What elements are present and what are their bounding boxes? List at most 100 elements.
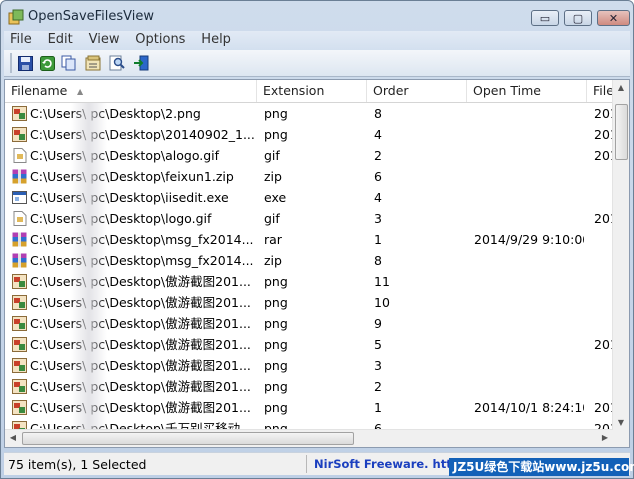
refresh-button[interactable] (38, 54, 56, 72)
cell-order: 11 (374, 274, 390, 289)
scroll-up-icon[interactable]: ▲ (613, 80, 629, 96)
cell-extension: png (264, 295, 288, 310)
save-button[interactable] (16, 54, 34, 72)
column-file-modified[interactable]: File (587, 80, 615, 102)
cell-file-modified (594, 355, 614, 376)
menu-options[interactable]: Options (129, 31, 191, 49)
watermark-banner: JZ5U绿色下载站www.jz5u.com (449, 458, 634, 476)
table-row[interactable]: C:\Users\ pc\Desktop\alogo.gif gif 2 201 (5, 145, 614, 166)
redaction-mark (71, 124, 107, 145)
png-file-icon (12, 274, 27, 289)
table-row[interactable]: C:\Users\ pc\Desktop\傲游截图201... png 3 (5, 355, 613, 376)
sort-ascending-icon: ▲ (77, 87, 84, 96)
cell-filename: C:\Users\ pc\Desktop\傲游截图201... (30, 316, 251, 331)
file-list[interactable]: Filename ▲ Extension Order Open Time Fil… (4, 79, 630, 448)
cell-open-time: 2014/10/1 8:24:10 (474, 400, 584, 415)
menu-file[interactable]: File (4, 31, 38, 49)
cell-extension: png (264, 316, 288, 331)
cell-filename: C:\Users\ pc\Desktop\傲游截图201... (30, 400, 251, 415)
zip-file-icon (12, 232, 27, 247)
table-row[interactable]: C:\Users\ pc\Desktop\msg_fx2014... rar 1 20… (5, 229, 613, 250)
redaction-mark (71, 250, 107, 271)
list-header: Filename ▲ Extension Order Open Time Fil… (5, 80, 615, 103)
table-row[interactable]: C:\Users\ pc\Desktop\feixun1.zip zip 6 (5, 166, 613, 187)
redaction-mark (71, 271, 107, 292)
cell-file-modified (594, 166, 614, 187)
cell-filename: C:\Users\ pc\Desktop\msg_fx2014... (30, 253, 254, 268)
redaction-mark (71, 166, 107, 187)
cell-extension: gif (264, 148, 280, 163)
vertical-scrollbar[interactable]: ▲ ▼ (612, 80, 629, 431)
png-file-icon (12, 127, 27, 142)
table-row[interactable]: C:\Users\ pc\Desktop\傲游截图201... png 1 2014/… (5, 397, 614, 418)
png-file-icon (12, 337, 27, 352)
scroll-right-icon[interactable]: ▶ (597, 430, 613, 446)
cell-order: 9 (374, 316, 382, 331)
copy-button[interactable] (60, 54, 78, 72)
horizontal-scroll-thumb[interactable] (22, 432, 354, 445)
maximize-button[interactable]: ▢ (564, 10, 592, 26)
cell-extension: png (264, 379, 288, 394)
table-row[interactable]: C:\Users\ pc\Desktop\20140902_1... png 4 20… (5, 124, 614, 145)
copy-icon (61, 55, 76, 71)
cell-order: 8 (374, 253, 382, 268)
redaction-mark (71, 145, 107, 166)
cell-extension: rar (264, 232, 282, 247)
cell-extension: png (264, 106, 288, 121)
exit-button[interactable] (132, 54, 150, 72)
column-extension[interactable]: Extension (257, 80, 367, 102)
menu-edit[interactable]: Edit (42, 31, 79, 49)
column-open-time[interactable]: Open Time (467, 80, 587, 102)
vertical-scroll-thumb[interactable] (615, 104, 628, 160)
redaction-mark (71, 229, 107, 250)
cell-open-time (474, 376, 584, 397)
cell-file-modified (594, 292, 614, 313)
cell-open-time (474, 250, 584, 271)
cell-open-time (474, 166, 584, 187)
title-bar[interactable]: OpenSaveFilesView ▭ ▢ ✕ (1, 1, 633, 31)
table-row[interactable]: C:\Users\ pc\Desktop\logo.gif gif 3 201 (5, 208, 614, 229)
column-filename[interactable]: Filename ▲ (5, 80, 257, 102)
cell-file-modified: 201 (594, 106, 614, 121)
redaction-mark (71, 208, 107, 229)
window-title: OpenSaveFilesView (28, 9, 155, 24)
png-file-icon (12, 295, 27, 310)
cell-order: 1 (374, 400, 382, 415)
find-button[interactable] (108, 54, 126, 72)
column-order[interactable]: Order (367, 80, 467, 102)
cell-open-time (474, 271, 584, 292)
table-row[interactable]: C:\Users\ pc\Desktop\iisedit.exe exe 4 (5, 187, 613, 208)
save-icon (17, 55, 33, 71)
status-divider (306, 455, 307, 473)
gif-file-icon (12, 148, 27, 163)
minimize-button[interactable]: ▭ (531, 10, 559, 26)
cell-filename: C:\Users\ pc\Desktop\傲游截图201... (30, 379, 251, 394)
toolbar (4, 50, 630, 77)
table-row[interactable]: C:\Users\ pc\Desktop\傲游截图201... png 9 (5, 313, 613, 334)
exit-icon (134, 55, 149, 71)
table-row[interactable]: C:\Users\ pc\Desktop\2.png png 8 201 (5, 103, 614, 124)
table-row[interactable]: C:\Users\ pc\Desktop\msg_fx2014... zip 8 (5, 250, 613, 271)
scroll-corner (613, 430, 629, 447)
menu-view[interactable]: View (83, 31, 126, 49)
scroll-down-icon[interactable]: ▼ (613, 415, 629, 431)
cell-extension: png (264, 358, 288, 373)
menu-help[interactable]: Help (195, 31, 237, 49)
cell-extension: zip (264, 253, 282, 268)
cell-filename: C:\Users\ pc\Desktop\msg_fx2014... (30, 232, 254, 247)
scroll-left-icon[interactable]: ◀ (5, 430, 21, 446)
cell-order: 4 (374, 127, 382, 142)
close-button[interactable]: ✕ (597, 10, 630, 26)
table-row[interactable]: C:\Users\ pc\Desktop\傲游截图201... png 11 (5, 271, 613, 292)
table-row[interactable]: C:\Users\ pc\Desktop\傲游截图201... png 10 (5, 292, 613, 313)
cell-open-time (474, 187, 584, 208)
cell-open-time: 2014/9/29 9:10:00 (474, 232, 584, 247)
cell-order: 6 (374, 169, 382, 184)
table-row[interactable]: C:\Users\ pc\Desktop\傲游截图201... png 2 (5, 376, 613, 397)
menu-bar: File Edit View Options Help (4, 31, 630, 50)
horizontal-scrollbar[interactable]: ◀ ▶ (5, 429, 613, 447)
table-row[interactable]: C:\Users\ pc\Desktop\傲游截图201... png 5 201 (5, 334, 614, 355)
cell-open-time (474, 145, 584, 166)
cell-open-time (474, 103, 584, 124)
properties-button[interactable] (84, 54, 102, 72)
